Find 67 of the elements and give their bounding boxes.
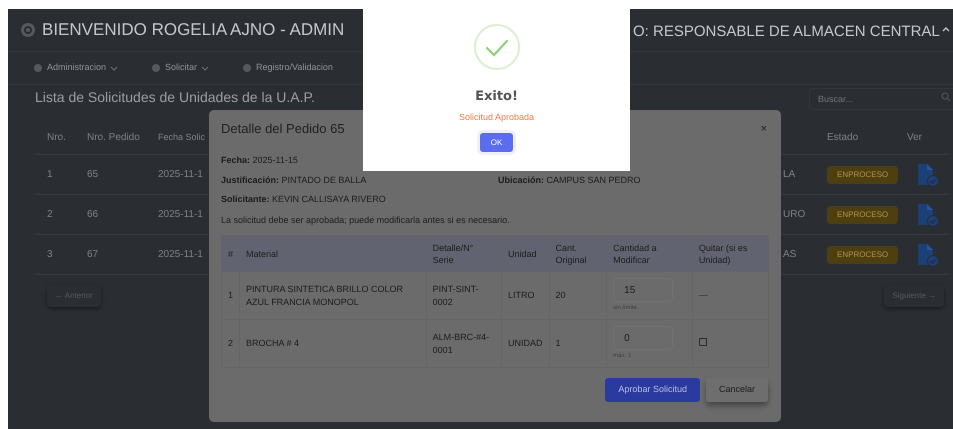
table-cell: 2 — [222, 320, 240, 368]
table-cell-text: 3 — [46, 248, 54, 262]
status-badge: ENPROCESO — [827, 166, 898, 184]
search-field[interactable]: Buscar... — [809, 88, 953, 110]
table-cell-text: 67 — [87, 248, 100, 262]
justification-text: Justificación: PINTADO DE BALLA — [221, 174, 368, 187]
alert-title: Exito! — [475, 88, 518, 106]
table-cell-text: LA — [783, 168, 796, 182]
column-header: Fecha Solic — [158, 130, 206, 144]
role-title: O: RESPONSABLE DE ALMACEN CENTRAL — [633, 22, 940, 42]
column-header: Detalle/N° Serie — [426, 236, 502, 272]
alert-message: Solicitud Aprobada — [458, 110, 534, 124]
table-cell: PINTURA SINTETICA BRILLO COLOR AZUL FRANCIA MONOPOL — [240, 272, 426, 320]
page-title: Lista de Solicitudes de Unidades de la U.A.P. — [35, 88, 315, 106]
table-cell: ALM-BRC-#4-0001 — [426, 320, 502, 368]
status-badge: ENPROCESO — [827, 246, 898, 264]
welcome-title: BIENVENIDO ROGELIA AJNO - ADMIN — [42, 19, 344, 42]
dialog-title: Detalle del Pedido 65 — [221, 120, 345, 138]
column-header: Nro. — [46, 131, 67, 145]
status-badge: ENPROCESO — [827, 206, 898, 224]
gear-icon — [20, 22, 36, 38]
chevron-up-icon[interactable] — [942, 25, 950, 33]
quantity-field[interactable]: 15 — [613, 278, 674, 302]
table-cell-text: AS — [783, 248, 798, 262]
table-cell-text: 2 — [46, 208, 54, 222]
column-header: Quitar (si es Unidad) — [692, 236, 768, 272]
close-button[interactable]: × — [760, 124, 767, 134]
table-cell: PINT-SINT-0002 — [426, 272, 502, 320]
file-check-icon[interactable] — [917, 202, 939, 226]
table-cell-text: 2025-11-1 — [158, 248, 204, 262]
location-text: Ubicación: CAMPUS SAN PEDRO — [498, 174, 641, 187]
file-check-icon[interactable] — [917, 162, 939, 186]
date-text: Fecha: 2025-11-15 — [221, 154, 299, 167]
table-cell: LITRO — [502, 272, 550, 320]
table-cell: BROCHA # 4 — [240, 320, 426, 368]
nav-menu-item[interactable]: Administracion — [34, 61, 118, 75]
ok-button[interactable]: OK — [480, 133, 513, 152]
search-icon — [941, 92, 951, 102]
column-header: Unidad — [502, 236, 550, 272]
table-cell: 20 — [549, 272, 607, 320]
column-header: Material — [240, 236, 426, 272]
nav-menu-item[interactable]: Registro/Validacion — [243, 61, 333, 75]
table-cell: 1 — [549, 320, 607, 368]
column-header: # — [222, 236, 240, 272]
table-cell-text: 1 — [46, 168, 54, 182]
column-header: Cantidad a Modificar — [606, 236, 692, 272]
cancel-button[interactable]: Cancelar — [706, 378, 768, 402]
table-cell-text: 2025-11-1 — [158, 168, 204, 182]
column-header: Ver — [907, 131, 922, 145]
approve-button[interactable]: Aprobar Solicitud — [605, 378, 700, 402]
column-header: Cant. Original — [549, 236, 607, 272]
nav-menu-item[interactable]: Solicitar — [152, 61, 210, 75]
table-cell-text: URO — [783, 208, 806, 222]
remove-checkbox[interactable] — [698, 338, 707, 346]
requester-text: Solicitante: KEVIN CALLISAYA RIVERO — [221, 193, 387, 206]
quantity-field[interactable]: 0 — [613, 326, 674, 350]
column-header: Estado — [827, 131, 860, 145]
note-text: La solicitud debe ser aprobada; puede modificarla antes si es necesario. — [221, 214, 511, 227]
table-cell-text: 2025-11-1 — [158, 208, 204, 222]
file-check-icon[interactable] — [917, 242, 939, 266]
table-cell-text: 65 — [87, 168, 100, 182]
table-cell-text: 66 — [87, 208, 100, 222]
empty-dash: — — [698, 290, 708, 300]
success-check-icon — [472, 23, 520, 71]
table-cell: UNIDAD — [502, 320, 550, 368]
column-header: Nro. Pedido — [87, 131, 141, 145]
table-cell: 1 — [222, 272, 240, 320]
